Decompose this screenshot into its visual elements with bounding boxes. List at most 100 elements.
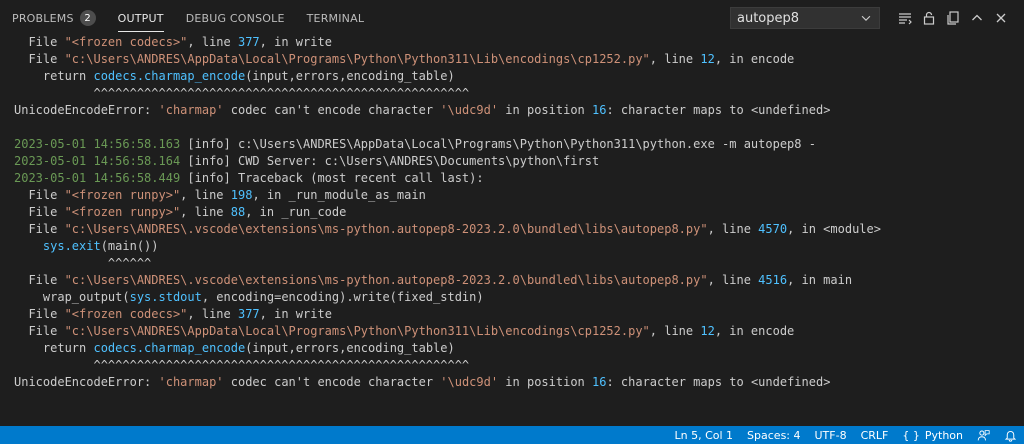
output-token: , line (187, 307, 238, 321)
output-token: File (14, 273, 65, 287)
output-token: File (14, 35, 65, 49)
list-filter-icon[interactable] (894, 7, 916, 29)
output-token: (main()) (100, 239, 159, 253)
tab-terminal[interactable]: TERMINAL (307, 0, 365, 36)
output-token: "<frozen runpy>" (64, 205, 181, 219)
tab-terminal-label: TERMINAL (306, 11, 365, 25)
language-mode[interactable]: { } Python (895, 426, 970, 444)
output-line: ^^^^^^^^^^^^^^^^^^^^^^^^^^^^^^^^^^^^^^^^… (14, 357, 1024, 374)
output-token: File (14, 188, 65, 202)
eol-setting[interactable]: CRLF (854, 426, 896, 444)
output-token: "<frozen codecs>" (64, 307, 188, 321)
output-token: File (14, 52, 65, 66)
tab-debug-console[interactable]: DEBUG CONSOLE (186, 0, 285, 36)
output-token: [info] c:\Users\ANDRES\AppData\Local\Pro… (180, 137, 816, 151)
encoding-setting[interactable]: UTF-8 (808, 426, 854, 444)
output-token: , in write (259, 35, 332, 49)
output-token: sys.stdout (129, 290, 202, 304)
chevron-up-icon[interactable] (966, 7, 988, 29)
output-token: in position (498, 103, 592, 117)
output-token: File (14, 324, 65, 338)
output-token: "<frozen runpy>" (64, 188, 181, 202)
output-token: in position (498, 375, 592, 389)
output-channel-value: autopep8 (737, 10, 800, 26)
output-token: 'charmap' (158, 375, 224, 389)
output-token: ^^^^^^ (14, 256, 152, 270)
output-token: , line (187, 35, 238, 49)
output-line: File "c:\Users\ANDRES\.vscode\extensions… (14, 221, 1024, 238)
output-token: 2023-05-01 14:56:58.163 (14, 137, 181, 151)
output-token: (input,errors,encoding_table) (245, 69, 455, 83)
output-token: 16 (592, 103, 607, 117)
output-token: UnicodeEncodeError: (14, 103, 159, 117)
output-token: [info] Traceback (most recent call last)… (180, 171, 484, 185)
output-token: , line (180, 205, 231, 219)
output-line: ^^^^^^^^^^^^^^^^^^^^^^^^^^^^^^^^^^^^^^^^… (14, 85, 1024, 102)
output-token: File (14, 222, 65, 236)
cursor-position-label: Ln 5, Col 1 (674, 428, 734, 442)
copy-icon[interactable] (942, 7, 964, 29)
indentation-label: Spaces: 4 (747, 428, 801, 442)
panel-actions: autopep8 (730, 0, 1012, 36)
output-channel-select[interactable]: autopep8 (730, 7, 880, 29)
output-token: '\udc9d' (440, 375, 499, 389)
output-token: 2023-05-01 14:56:58.449 (14, 171, 181, 185)
indentation-setting[interactable]: Spaces: 4 (740, 426, 807, 444)
output-line: ^^^^^^ (14, 255, 1024, 272)
output-token: 4570 (758, 222, 788, 236)
output-token: 12 (700, 324, 715, 338)
output-token: (input,errors,encoding_table) (245, 341, 455, 355)
encoding-label: UTF-8 (814, 428, 847, 442)
output-token: , encoding=encoding).write(fixed_stdin) (201, 290, 484, 304)
output-token: ^^^^^^^^^^^^^^^^^^^^^^^^^^^^^^^^^^^^^^^^… (14, 358, 470, 372)
output-token: , in write (259, 307, 332, 321)
output-token: 'charmap' (158, 103, 224, 117)
lock-icon[interactable] (918, 7, 940, 29)
output-token: File (14, 205, 65, 219)
output-line: File "<frozen codecs>", line 377, in wri… (14, 306, 1024, 323)
output-token: 2023-05-01 14:56:58.164 (14, 154, 181, 168)
output-log[interactable]: File "<frozen codecs>", line 377, in wri… (0, 34, 1024, 424)
output-line: 2023-05-01 14:56:58.163 [info] c:\Users\… (14, 136, 1024, 153)
output-token: , in encode (714, 324, 795, 338)
output-token: : character maps to <undefined> (606, 103, 831, 117)
tab-output[interactable]: OUTPUT (117, 0, 164, 36)
output-token: , line (707, 273, 759, 287)
output-line: File "c:\Users\ANDRES\.vscode\extensions… (14, 272, 1024, 289)
output-token: 12 (700, 52, 715, 66)
output-token: "<frozen codecs>" (64, 35, 188, 49)
output-token: codec can't encode character (223, 375, 441, 389)
panel-tabs: PROBLEMS 2 OUTPUT DEBUG CONSOLE TERMINAL (0, 0, 386, 36)
language-label: Python (924, 428, 963, 442)
output-token: "c:\Users\ANDRES\AppData\Local\Programs\… (64, 52, 650, 66)
output-line: File "<frozen codecs>", line 377, in wri… (14, 34, 1024, 51)
output-line: sys.exit(main()) (14, 238, 1024, 255)
bell-icon (1004, 430, 1017, 442)
feedback-icon[interactable] (970, 426, 997, 444)
output-token: return (14, 341, 94, 355)
output-line: File "<frozen runpy>", line 198, in _run… (14, 187, 1024, 204)
output-token: wrap_output( (14, 290, 130, 304)
output-token: 4516 (758, 273, 788, 287)
output-token: : character maps to <undefined> (606, 375, 831, 389)
tab-output-label: OUTPUT (117, 11, 164, 25)
output-token: , line (649, 324, 701, 338)
output-token: "c:\Users\ANDRES\AppData\Local\Programs\… (64, 324, 650, 338)
output-token: , in <module> (787, 222, 881, 236)
tab-problems[interactable]: PROBLEMS 2 (12, 0, 96, 36)
output-token (14, 239, 43, 253)
output-token: , in _run_code (245, 205, 347, 219)
cursor-position[interactable]: Ln 5, Col 1 (667, 426, 740, 444)
output-line: File "c:\Users\ANDRES\AppData\Local\Prog… (14, 323, 1024, 340)
braces-icon: { } (902, 428, 920, 442)
chevron-down-icon (861, 15, 871, 21)
close-icon[interactable] (990, 7, 1012, 29)
output-token: '\udc9d' (440, 103, 499, 117)
output-line: UnicodeEncodeError: 'charmap' codec can'… (14, 102, 1024, 119)
notifications-icon[interactable] (997, 426, 1024, 444)
output-token: sys.exit (42, 239, 101, 253)
panel-header: PROBLEMS 2 OUTPUT DEBUG CONSOLE TERMINAL… (0, 0, 1024, 36)
output-line: wrap_output(sys.stdout, encoding=encodin… (14, 289, 1024, 306)
output-token: "c:\Users\ANDRES\.vscode\extensions\ms-p… (64, 222, 708, 236)
